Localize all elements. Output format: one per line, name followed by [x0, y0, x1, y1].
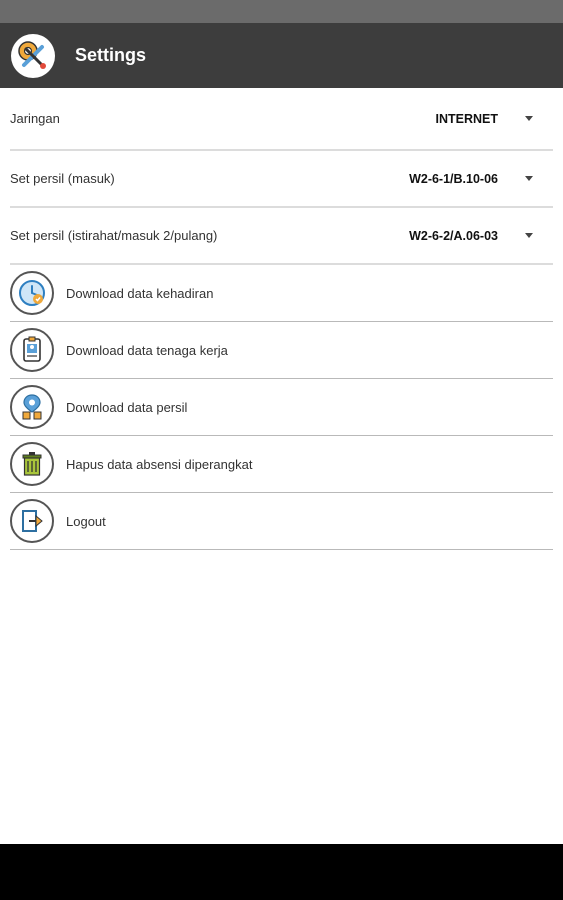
network-select-value[interactable]: INTERNET: [436, 112, 499, 126]
setting-label: Set persil (masuk): [10, 171, 115, 186]
page-title: Settings: [75, 45, 147, 65]
attendance-clock-icon: [10, 271, 54, 315]
action-label: Download data kehadiran: [66, 285, 214, 301]
chevron-down-icon[interactable]: [525, 233, 533, 238]
logout-button[interactable]: Logout: [10, 493, 553, 550]
download-workers-button[interactable]: Download data tenaga kerja: [10, 322, 553, 379]
logout-icon: [10, 499, 54, 543]
parcel-in-setting[interactable]: Set persil (masuk) W2-6-1/B.10-06: [10, 151, 553, 208]
setting-label: Jaringan: [10, 111, 60, 126]
chevron-down-icon[interactable]: [525, 176, 533, 181]
parcel-out-select-value[interactable]: W2-6-2/A.06-03: [409, 229, 498, 243]
trash-icon: [10, 442, 54, 486]
parcel-in-select-value[interactable]: W2-6-1/B.10-06: [409, 172, 498, 186]
network-setting[interactable]: Jaringan INTERNET: [10, 88, 553, 151]
status-bar: [0, 0, 563, 23]
app-bar: Settings: [0, 23, 563, 88]
download-parcel-button[interactable]: Download data persil: [10, 379, 553, 436]
navigation-bar: [0, 844, 563, 900]
settings-list: Jaringan INTERNET Set persil (masuk) W2-…: [0, 88, 563, 550]
parcel-out-setting[interactable]: Set persil (istirahat/masuk 2/pulang) W2…: [10, 208, 553, 265]
action-label: Hapus data absensi diperangkat: [66, 456, 253, 472]
delete-attendance-button[interactable]: Hapus data absensi diperangkat: [10, 436, 553, 493]
chevron-down-icon[interactable]: [525, 116, 533, 121]
action-label: Logout: [66, 513, 106, 529]
action-label: Download data persil: [66, 399, 188, 415]
setting-label: Set persil (istirahat/masuk 2/pulang): [10, 228, 218, 243]
location-pin-icon: [10, 385, 54, 429]
settings-tools-icon: [11, 33, 55, 78]
worker-id-icon: [10, 328, 54, 372]
action-label: Download data tenaga kerja: [66, 342, 228, 358]
download-attendance-button[interactable]: Download data kehadiran: [10, 265, 553, 322]
